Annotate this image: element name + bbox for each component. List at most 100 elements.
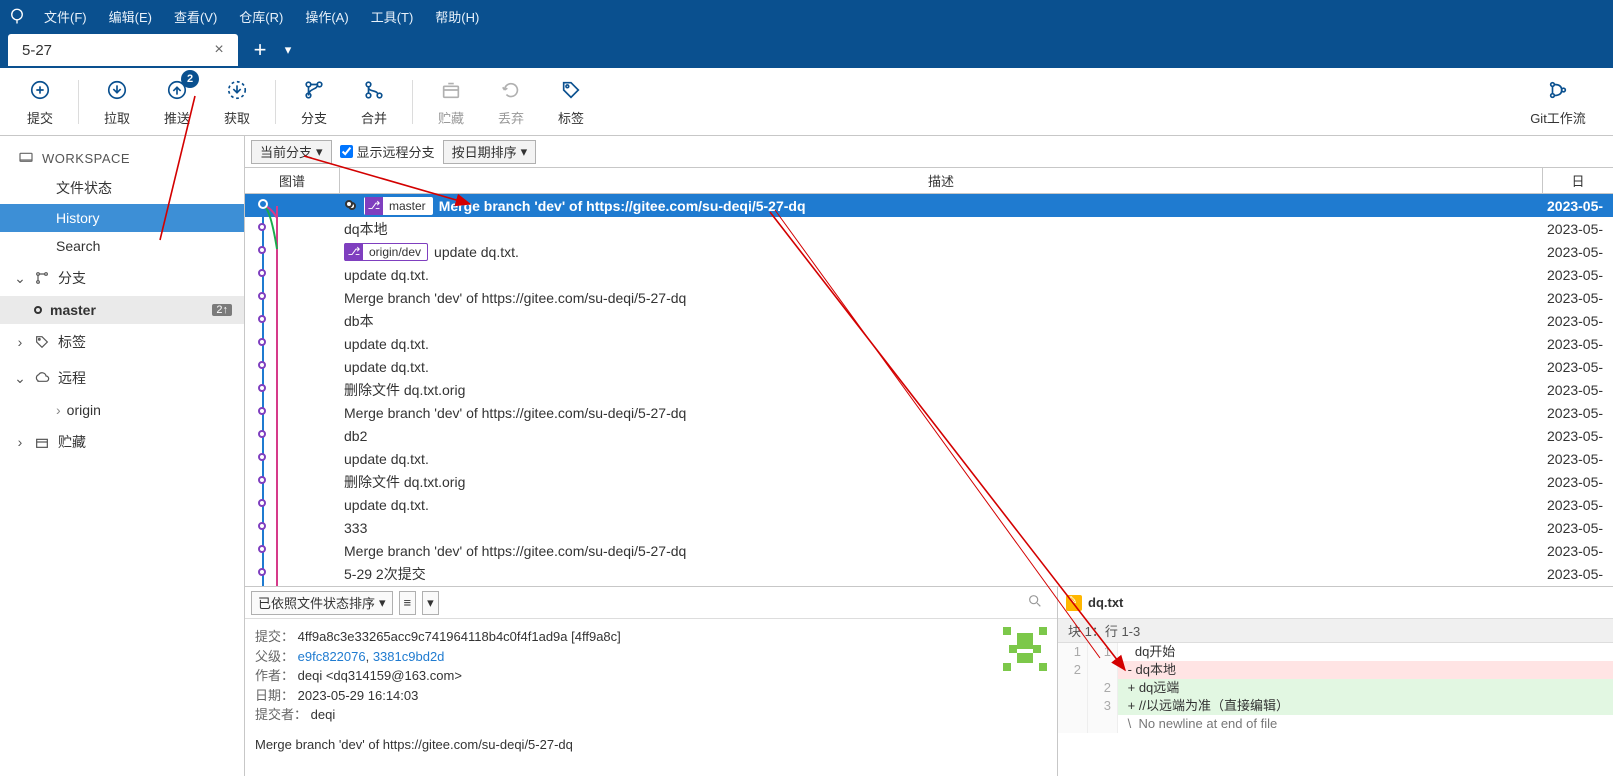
tab-dropdown-icon[interactable]: ▾ bbox=[278, 36, 298, 64]
commit-date-cell: 2023-05- bbox=[1543, 244, 1613, 260]
repo-tab-title: 5-27 bbox=[22, 42, 52, 59]
commit-row[interactable]: ⎇origin/devupdate dq.txt.2023-05- bbox=[245, 240, 1613, 263]
commit-row[interactable]: db本2023-05- bbox=[245, 309, 1613, 332]
sidebar-stashes-section[interactable]: › 贮藏 bbox=[0, 424, 244, 460]
fetch-button[interactable]: 获取 bbox=[207, 72, 267, 131]
col-desc: 描述 bbox=[340, 168, 1543, 193]
app-logo-icon bbox=[8, 7, 26, 25]
parent-link-1[interactable]: e9fc822076 bbox=[298, 649, 366, 664]
commit-row[interactable]: 删除文件 dq.txt.orig2023-05- bbox=[245, 378, 1613, 401]
commit-row[interactable]: update dq.txt.2023-05- bbox=[245, 493, 1613, 516]
push-badge: 2 bbox=[181, 70, 199, 88]
commit-desc: db本 bbox=[344, 311, 374, 331]
commit-desc: update dq.txt. bbox=[344, 451, 429, 467]
search-icon[interactable] bbox=[1019, 593, 1051, 612]
file-sort-select[interactable]: 已依照文件状态排序▾ bbox=[251, 591, 393, 615]
new-tab-button[interactable]: + bbox=[246, 36, 274, 64]
parent-link-2[interactable]: 3381c9bd2d bbox=[373, 649, 445, 664]
commit-desc: 删除文件 dq.txt.orig bbox=[344, 380, 465, 400]
branch-button[interactable]: 分支 bbox=[284, 72, 344, 131]
diff-line: \ No newline at end of file bbox=[1058, 715, 1613, 733]
menu-file[interactable]: 文件(F) bbox=[40, 5, 91, 28]
commit-row[interactable]: update dq.txt.2023-05- bbox=[245, 332, 1613, 355]
commit-row[interactable]: Merge branch 'dev' of https://gitee.com/… bbox=[245, 539, 1613, 562]
commit-desc: update dq.txt. bbox=[344, 359, 429, 375]
ahead-badge: 2↑ bbox=[212, 304, 232, 316]
menu-repo[interactable]: 仓库(R) bbox=[235, 5, 287, 28]
commit-row[interactable]: Merge branch 'dev' of https://gitee.com/… bbox=[245, 401, 1613, 424]
menu-tools[interactable]: 工具(T) bbox=[367, 5, 418, 28]
diff-line: 2 + dq远端 bbox=[1058, 679, 1613, 697]
branch-icon bbox=[300, 76, 328, 104]
view-mode-list-button[interactable]: ≡ bbox=[399, 591, 417, 615]
sidebar-remotes-section[interactable]: ⌄ 远程 bbox=[0, 360, 244, 396]
branch-filter-select[interactable]: 当前分支▾ bbox=[251, 140, 332, 164]
repo-tab[interactable]: 5-27 × bbox=[8, 34, 238, 66]
gitflow-button[interactable]: Git工作流 bbox=[1513, 72, 1603, 131]
sidebar-history[interactable]: History bbox=[0, 204, 244, 232]
commit-desc: 5-29 2次提交 bbox=[344, 564, 426, 584]
commit-row[interactable]: 删除文件 dq.txt.orig2023-05- bbox=[245, 470, 1613, 493]
commit-row[interactable]: ⎇masterMerge branch 'dev' of https://git… bbox=[245, 194, 1613, 217]
commit-committer: deqi bbox=[311, 707, 336, 722]
menu-help[interactable]: 帮助(H) bbox=[431, 5, 483, 28]
history-list[interactable]: ⎇master Merge branch 'dev' of https://git… bbox=[245, 194, 1613, 586]
commit-date: 2023-05-29 16:14:03 bbox=[298, 688, 419, 703]
current-branch-dot-icon bbox=[34, 306, 42, 314]
commit-desc: update dq.txt. bbox=[344, 267, 429, 283]
view-mode-dropdown[interactable]: ▾ bbox=[422, 591, 439, 615]
branch-tag[interactable]: ⎇master bbox=[364, 197, 433, 215]
pull-button[interactable]: 拉取 bbox=[87, 72, 147, 131]
filter-bar: 当前分支▾ 显示远程分支 按日期排序▾ bbox=[245, 136, 1613, 168]
menubar: 文件(F) 编辑(E) 查看(V) 仓库(R) 操作(A) 工具(T) 帮助(H… bbox=[0, 0, 1613, 32]
sort-select[interactable]: 按日期排序▾ bbox=[443, 140, 537, 164]
sidebar-search[interactable]: Search bbox=[0, 232, 244, 260]
commit-date-cell: 2023-05- bbox=[1543, 290, 1613, 306]
sidebar-tags-section[interactable]: › 标签 bbox=[0, 324, 244, 360]
commit-desc: Merge branch 'dev' of https://gitee.com/… bbox=[344, 405, 686, 421]
commit-desc: dq本地 bbox=[344, 219, 388, 239]
close-icon[interactable]: × bbox=[210, 41, 228, 59]
commit-date-cell: 2023-05- bbox=[1543, 566, 1613, 582]
commit-icon bbox=[26, 76, 54, 104]
chevron-right-icon: › bbox=[14, 334, 26, 350]
menu-view[interactable]: 查看(V) bbox=[170, 5, 221, 28]
commit-message: Merge branch 'dev' of https://gitee.com/… bbox=[255, 735, 1047, 755]
merge-button[interactable]: 合并 bbox=[344, 72, 404, 131]
commit-row[interactable]: dq本地2023-05- bbox=[245, 217, 1613, 240]
commit-desc: 删除文件 dq.txt.orig bbox=[344, 472, 465, 492]
commit-row[interactable]: 3332023-05- bbox=[245, 516, 1613, 539]
chevron-right-icon: › bbox=[14, 434, 26, 450]
show-remote-checkbox[interactable]: 显示远程分支 bbox=[340, 142, 435, 161]
commit-button[interactable]: 提交 bbox=[10, 72, 70, 131]
menu-edit[interactable]: 编辑(E) bbox=[105, 5, 156, 28]
gitflow-icon bbox=[1544, 76, 1572, 104]
menu-action[interactable]: 操作(A) bbox=[301, 5, 352, 28]
commit-row[interactable]: 5-29 2次提交 2023-05- bbox=[245, 562, 1613, 585]
tag-icon bbox=[557, 76, 585, 104]
commit-row[interactable]: Merge branch 'dev' of https://gitee.com/… bbox=[245, 286, 1613, 309]
content-pane: 当前分支▾ 显示远程分支 按日期排序▾ 图谱 描述 日 ⎇masterMerge… bbox=[245, 136, 1613, 776]
diff-file-header[interactable]: dq.txt bbox=[1058, 587, 1613, 619]
commit-desc: update dq.txt. bbox=[344, 497, 429, 513]
stash-button[interactable]: 贮藏 bbox=[421, 72, 481, 131]
branch-tag[interactable]: ⎇origin/dev bbox=[344, 243, 428, 261]
commit-row[interactable]: update dq.txt. 2023-05- bbox=[245, 447, 1613, 470]
diff-body[interactable]: 11 dq开始2 - dq本地2 + dq远端3 + //以远端为准（直接编辑）… bbox=[1058, 643, 1613, 776]
commit-date-cell: 2023-05- bbox=[1543, 428, 1613, 444]
commit-date-cell: 2023-05- bbox=[1543, 451, 1613, 467]
sidebar-remote-origin[interactable]: ›origin bbox=[0, 396, 244, 424]
diff-line: 2 - dq本地 bbox=[1058, 661, 1613, 679]
commit-row[interactable]: update dq.txt.2023-05- bbox=[245, 263, 1613, 286]
sidebar-file-status[interactable]: 文件状态 bbox=[0, 172, 244, 204]
commit-date-cell: 2023-05- bbox=[1543, 359, 1613, 375]
commit-row[interactable]: db22023-05- bbox=[245, 424, 1613, 447]
sidebar-branches-section[interactable]: ⌄ 分支 bbox=[0, 260, 244, 296]
commit-date-cell: 2023-05- bbox=[1543, 543, 1613, 559]
tag-button[interactable]: 标签 bbox=[541, 72, 601, 131]
tabstrip: 5-27 × + ▾ bbox=[0, 32, 1613, 68]
sidebar-branch-master[interactable]: master 2↑ bbox=[0, 296, 244, 324]
discard-button[interactable]: 丢弃 bbox=[481, 72, 541, 131]
push-button[interactable]: 2 推送 bbox=[147, 72, 207, 131]
commit-row[interactable]: update dq.txt. 2023-05- bbox=[245, 355, 1613, 378]
